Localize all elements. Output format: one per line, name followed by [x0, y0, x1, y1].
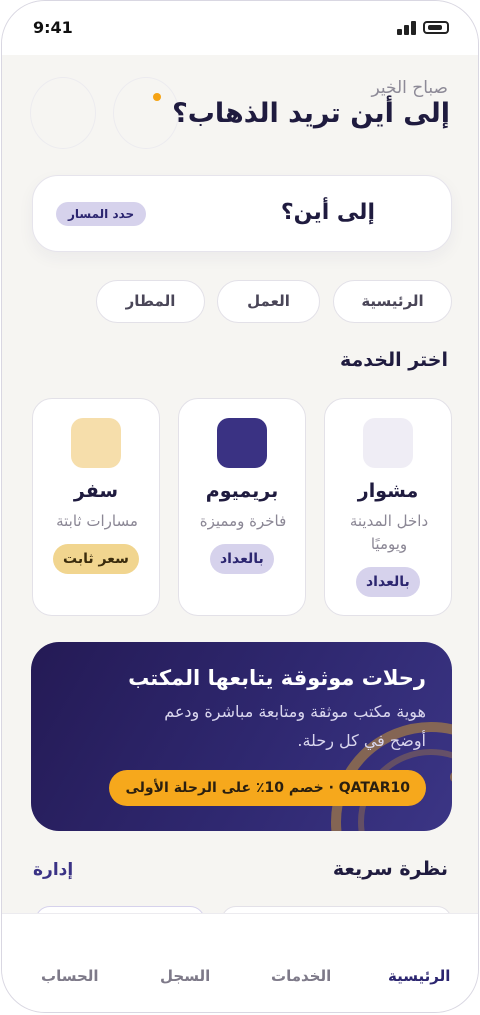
travel-icon: [71, 418, 121, 468]
notification-dot: [153, 93, 161, 101]
service-description: مسارات ثابتة: [56, 512, 138, 530]
destination-search-card[interactable]: إلى أين؟ حدد المسار: [32, 175, 452, 252]
destination-prompt: إلى أين؟: [280, 200, 375, 225]
service-badge: سعر ثابت: [53, 544, 139, 574]
promo-title: رحلات موثوقة يتابعها المكتب: [128, 666, 426, 690]
overview-section-title: نظرة سريعة: [332, 858, 448, 880]
services-section-title: اختر الخدمة: [340, 349, 448, 371]
set-route-button[interactable]: حدد المسار: [56, 202, 147, 226]
page-title: إلى أين تريد الذهاب؟: [172, 98, 450, 129]
nav-tab-home[interactable]: الرئيسية: [388, 967, 450, 985]
bottom-navigation: الرئيسية الخدمات السجل الحساب: [2, 913, 478, 1012]
service-name: سفر: [73, 480, 119, 502]
battery-icon: [423, 21, 449, 34]
profile-avatar-button[interactable]: [30, 77, 96, 149]
service-description: داخل المدينة ويوميًا: [349, 512, 429, 553]
service-description: فاخرة ومميزة: [199, 512, 287, 530]
service-badge: بالعداد: [210, 544, 274, 574]
service-badge: بالعداد: [356, 567, 420, 597]
greeting-text: صباح الخير: [371, 78, 448, 98]
service-name: مشوار: [357, 480, 419, 502]
service-card-premium[interactable]: بريميوم فاخرة ومميزة بالعداد: [178, 398, 306, 616]
car-icon: [363, 418, 413, 468]
nav-tab-history[interactable]: السجل: [160, 967, 210, 985]
phone-frame: 9:41 صباح الخير إلى أين تريد الذهاب؟ إلى…: [1, 0, 479, 1013]
promo-banner[interactable]: رحلات موثوقة يتابعها المكتب هوية مكتب مو…: [31, 642, 452, 831]
quick-place-home[interactable]: الرئيسية: [333, 280, 452, 323]
notifications-button[interactable]: [113, 77, 179, 149]
status-time: 9:41: [33, 18, 73, 37]
nav-tab-services[interactable]: الخدمات: [271, 967, 331, 985]
signal-icon: [397, 21, 417, 35]
promo-body: هوية مكتب موثقة ومتابعة مباشرة ودعم أوضح…: [164, 702, 426, 750]
nav-tab-account[interactable]: الحساب: [41, 967, 99, 985]
service-name: بريميوم: [205, 480, 279, 502]
service-card-travel[interactable]: سفر مسارات ثابتة سعر ثابت: [32, 398, 160, 616]
quick-place-work[interactable]: العمل: [217, 280, 320, 323]
premium-car-icon: [217, 418, 267, 468]
status-bar: 9:41: [2, 1, 478, 55]
promo-code-button[interactable]: QATAR10 · خصم 10٪ على الرحلة الأولى: [109, 770, 426, 806]
quick-place-airport[interactable]: المطار: [96, 280, 205, 323]
manage-link[interactable]: إدارة: [33, 860, 73, 880]
service-card-mishwar[interactable]: مشوار داخل المدينة ويوميًا بالعداد: [324, 398, 452, 616]
